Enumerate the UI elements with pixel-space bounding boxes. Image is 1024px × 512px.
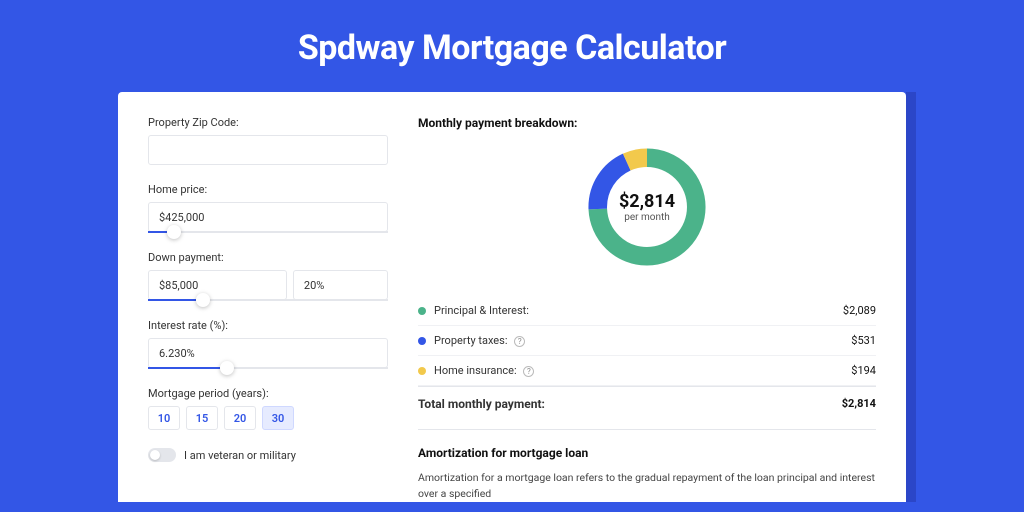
legend-row-insurance: Home insurance: ? $194 [418, 356, 876, 386]
card-wrapper: Property Zip Code: Home price: Down paym… [0, 92, 1024, 502]
zip-label: Property Zip Code: [148, 116, 388, 129]
price-slider-fill [148, 231, 167, 233]
rate-input[interactable] [148, 338, 388, 368]
legend-value: $2,089 [843, 304, 876, 317]
legend-label: Principal & Interest: [434, 304, 843, 317]
breakdown-title: Monthly payment breakdown: [418, 116, 876, 130]
legend-row-taxes: Property taxes: ? $531 [418, 326, 876, 356]
legend-label: Property taxes: ? [434, 334, 851, 347]
down-slider-fill [148, 299, 196, 301]
donut-wrap: $2,814 per month [418, 142, 876, 272]
down-field: Down payment: [148, 251, 388, 301]
dot-icon [418, 367, 426, 375]
dot-icon [418, 337, 426, 345]
calculator-card: Property Zip Code: Home price: Down paym… [118, 92, 906, 502]
price-field: Home price: [148, 183, 388, 233]
total-row: Total monthly payment: $2,814 [418, 386, 876, 429]
period-field: Mortgage period (years): 10 15 20 30 [148, 387, 388, 430]
down-slider-thumb[interactable] [196, 293, 210, 307]
results-column: Monthly payment breakdown: $2,814 per mo… [418, 116, 876, 502]
period-btn-15[interactable]: 15 [186, 406, 218, 430]
zip-field: Property Zip Code: [148, 116, 388, 165]
veteran-toggle[interactable] [148, 448, 176, 462]
price-input[interactable] [148, 202, 388, 232]
donut-center: $2,814 per month [582, 142, 712, 272]
legend-value: $531 [851, 334, 876, 347]
total-label: Total monthly payment: [418, 397, 842, 411]
price-slider[interactable] [148, 231, 388, 233]
amortization-text: Amortization for a mortgage loan refers … [418, 470, 876, 502]
down-slider[interactable] [148, 299, 388, 301]
price-slider-thumb[interactable] [167, 225, 181, 239]
down-percent-input[interactable] [293, 270, 388, 300]
info-icon[interactable]: ? [523, 366, 534, 377]
donut-value: $2,814 [619, 191, 675, 212]
legend-label-text: Home insurance: [434, 364, 517, 377]
total-value: $2,814 [842, 397, 876, 411]
period-btn-30[interactable]: 30 [262, 406, 294, 430]
down-amount-input[interactable] [148, 270, 287, 300]
legend-row-principal: Principal & Interest: $2,089 [418, 296, 876, 326]
legend-label-text: Property taxes: [434, 334, 507, 347]
zip-input[interactable] [148, 135, 388, 165]
dot-icon [418, 307, 426, 315]
period-btn-10[interactable]: 10 [148, 406, 180, 430]
period-label: Mortgage period (years): [148, 387, 388, 400]
amortization-title: Amortization for mortgage loan [418, 446, 876, 460]
veteran-row: I am veteran or military [148, 448, 388, 462]
payment-donut-chart: $2,814 per month [582, 142, 712, 272]
rate-slider[interactable] [148, 367, 388, 369]
page-title: Spdway Mortgage Calculator [0, 0, 1024, 92]
info-icon[interactable]: ? [514, 336, 525, 347]
price-label: Home price: [148, 183, 388, 196]
rate-slider-thumb[interactable] [220, 361, 234, 375]
donut-sub: per month [624, 212, 670, 223]
form-column: Property Zip Code: Home price: Down paym… [148, 116, 388, 502]
rate-label: Interest rate (%): [148, 319, 388, 332]
period-options: 10 15 20 30 [148, 406, 388, 430]
rate-field: Interest rate (%): [148, 319, 388, 369]
amortization-section: Amortization for mortgage loan Amortizat… [418, 429, 876, 502]
rate-slider-fill [148, 367, 220, 369]
period-btn-20[interactable]: 20 [224, 406, 256, 430]
legend-value: $194 [851, 364, 876, 377]
legend-label: Home insurance: ? [434, 364, 851, 377]
down-label: Down payment: [148, 251, 388, 264]
veteran-label: I am veteran or military [184, 449, 296, 462]
